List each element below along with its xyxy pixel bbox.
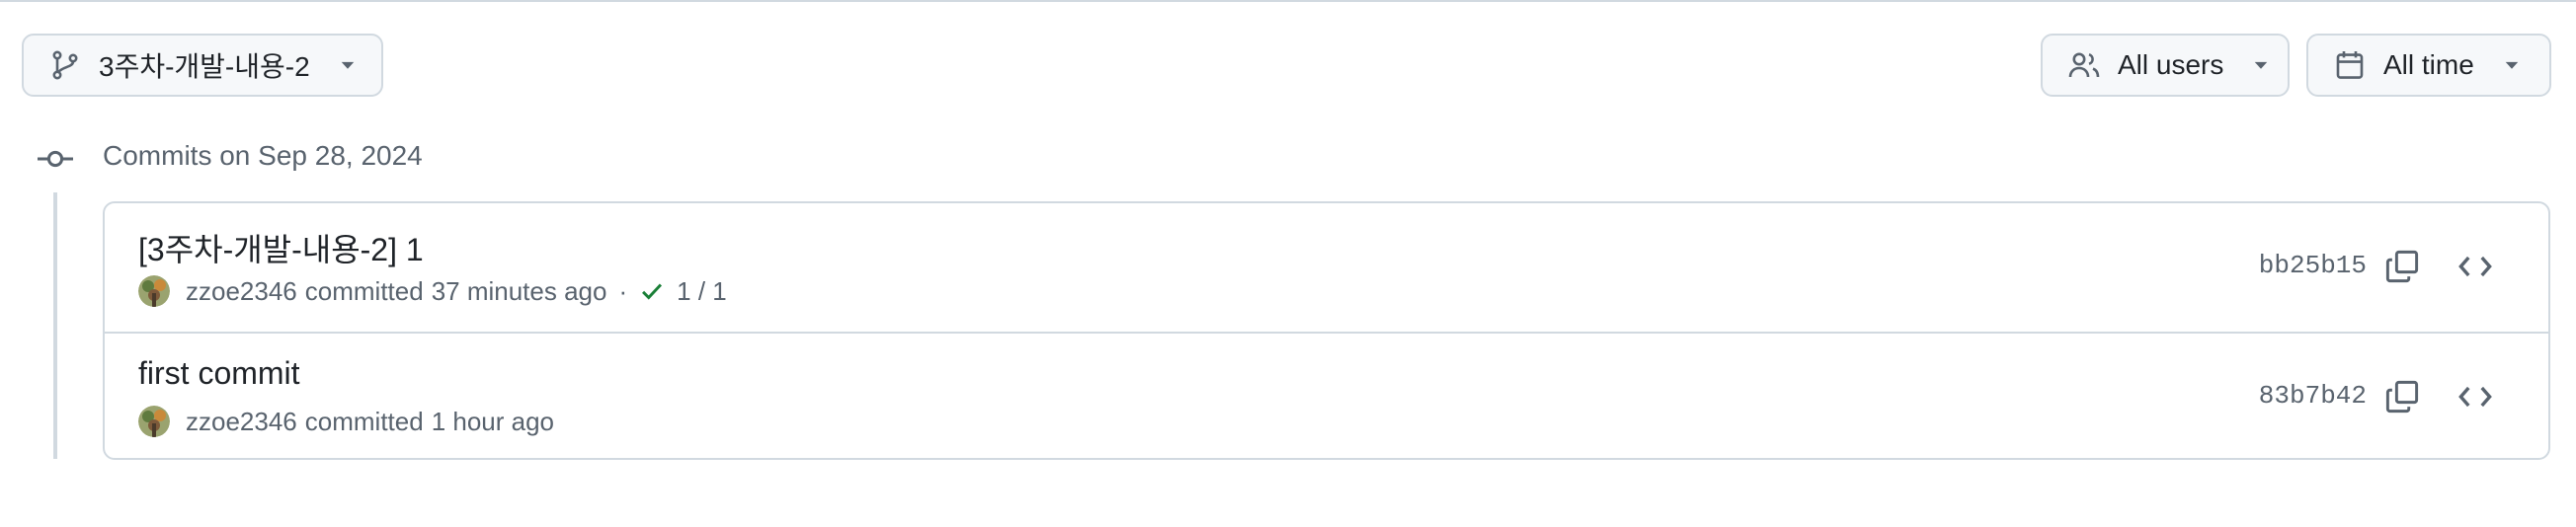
users-filter-button[interactable]: All users xyxy=(2041,34,2290,97)
commit-author-link[interactable]: zzoe2346 xyxy=(186,276,297,307)
time-filter-button[interactable]: All time xyxy=(2306,34,2551,97)
calendar-icon xyxy=(2336,51,2364,79)
commit-meta: zzoe2346 committed 1 hour ago xyxy=(138,405,554,438)
people-icon xyxy=(2068,52,2100,78)
git-branch-icon xyxy=(52,50,78,80)
commit-action: committed xyxy=(304,406,424,436)
code-icon[interactable] xyxy=(2457,379,2493,414)
timeline-line xyxy=(53,192,57,459)
avatar[interactable] xyxy=(138,406,170,437)
caret-down-icon xyxy=(2255,61,2268,69)
commit-title-link[interactable]: [3주차-개발-내용-2] 1 xyxy=(138,225,424,270)
code-icon[interactable] xyxy=(2457,249,2493,284)
commit-time: 1 hour ago xyxy=(431,406,555,436)
commit-author-link[interactable]: zzoe2346 xyxy=(186,407,297,437)
git-commit-icon xyxy=(38,150,73,168)
users-filter-label: All users xyxy=(2118,49,2224,80)
copy-icon[interactable] xyxy=(2384,249,2420,284)
copy-icon[interactable] xyxy=(2384,379,2420,414)
check-icon[interactable] xyxy=(639,278,665,304)
caret-down-icon xyxy=(341,61,354,69)
commit-sha-link[interactable]: bb25b15 xyxy=(2259,251,2367,280)
time-filter-label: All time xyxy=(2383,49,2474,80)
commit-time: 37 minutes ago xyxy=(431,275,607,306)
branch-selector-button[interactable]: 3주차-개발-내용-2 xyxy=(22,34,383,97)
top-divider xyxy=(0,0,2576,2)
avatar[interactable] xyxy=(138,275,170,307)
commit-sha-link[interactable]: 83b7b42 xyxy=(2259,381,2367,411)
commit-title-link[interactable]: first commit xyxy=(138,355,300,392)
commit-row: first commit zzoe2346 committed 1 hour a… xyxy=(105,332,2548,460)
commit-action: committed xyxy=(304,275,424,306)
commit-list: [3주차-개발-내용-2] 1 zzoe2346 committed 37 mi… xyxy=(103,201,2550,460)
meta-separator: · xyxy=(618,275,628,306)
commit-group-heading: Commits on Sep 28, 2024 xyxy=(103,140,423,171)
caret-down-icon xyxy=(2505,61,2519,69)
commit-meta: zzoe2346 committed 37 minutes ago · 1 / … xyxy=(138,274,727,308)
branch-label: 3주차-개발-내용-2 xyxy=(99,51,310,82)
checks-status[interactable]: 1 / 1 xyxy=(677,276,727,307)
commit-row: [3주차-개발-내용-2] 1 zzoe2346 committed 37 mi… xyxy=(105,203,2548,332)
